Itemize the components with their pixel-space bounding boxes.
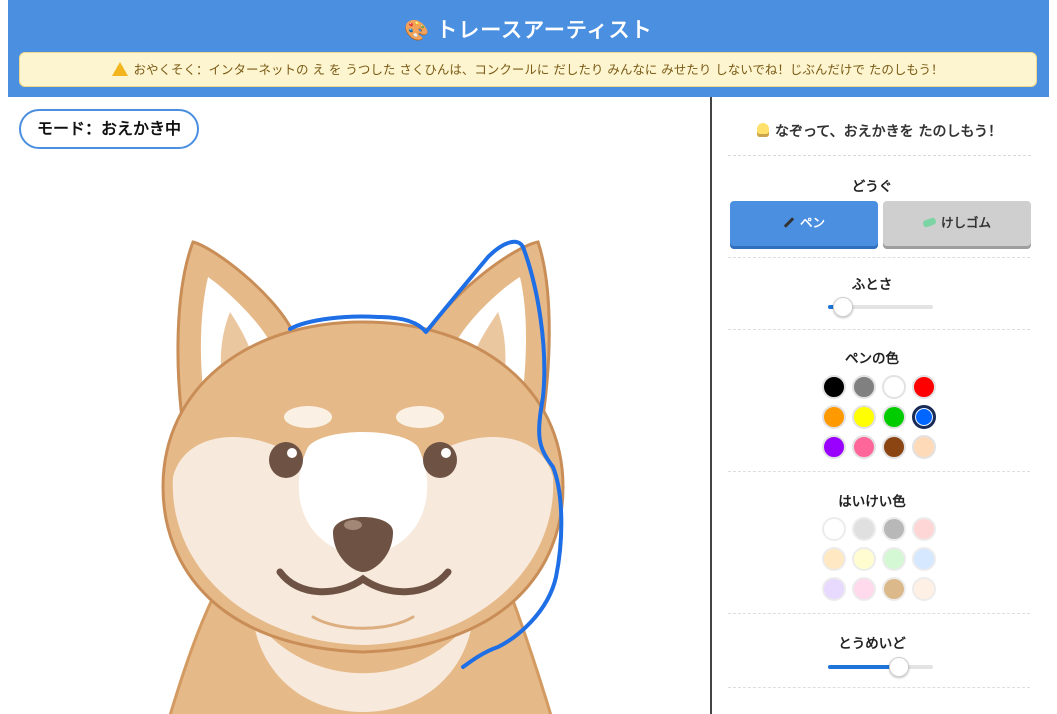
control-panel: なぞって、おえかきを たのしもう！ どうぐ ペン けしゴム ふとさ ペンの色 は…	[712, 97, 1057, 714]
background-color-swatch[interactable]	[852, 547, 876, 571]
background-color-swatch[interactable]	[912, 547, 936, 571]
opacity-label: とうめいど	[838, 636, 906, 652]
pen-color-swatch[interactable]	[822, 435, 846, 459]
pen-color-swatch[interactable]	[822, 375, 846, 399]
pen-color-swatch[interactable]	[882, 375, 906, 399]
separator	[728, 687, 1030, 688]
thickness-slider-thumb[interactable]	[832, 297, 853, 317]
pen-button-label: ペン	[799, 215, 825, 230]
eraser-icon	[922, 216, 937, 229]
pen-icon	[783, 217, 795, 228]
pen-color-swatch[interactable]	[912, 405, 936, 429]
eraser-button[interactable]: けしゴム	[883, 201, 1031, 246]
thickness-label: ふとさ	[851, 277, 893, 293]
background-color-palette	[822, 517, 936, 601]
pen-color-swatch[interactable]	[852, 435, 876, 459]
background-color-swatch[interactable]	[882, 547, 906, 571]
app-title-text: トレースアーティスト	[436, 18, 653, 42]
pen-color-label: ペンの色	[845, 351, 899, 367]
background-color-swatch[interactable]	[852, 517, 876, 541]
background-color-swatch[interactable]	[852, 577, 876, 601]
pen-color-swatch[interactable]	[882, 435, 906, 459]
pen-button[interactable]: ペン	[730, 201, 878, 246]
background-color-swatch[interactable]	[822, 577, 846, 601]
background-color-label: はいけい色	[838, 494, 906, 510]
tip-label: なぞって、おえかきを たのしもう！	[774, 124, 1003, 140]
opacity-slider[interactable]	[828, 657, 933, 677]
notice-banner: おやくそく：インターネットの え を うつした さくひんは、コンクールに だした…	[19, 52, 1037, 87]
opacity-slider-thumb[interactable]	[889, 657, 910, 677]
eraser-button-label: けしゴム	[940, 215, 991, 230]
background-color-swatch[interactable]	[912, 577, 936, 601]
separator	[728, 257, 1030, 258]
background-color-swatch[interactable]	[822, 517, 846, 541]
separator	[728, 329, 1030, 330]
pen-color-swatch[interactable]	[882, 405, 906, 429]
trace-artist-app: 🎨 トレースアーティスト おやくそく：インターネットの え を うつした さくひん…	[0, 0, 1057, 714]
tip-text: なぞって、おえかきを たのしもう！	[728, 121, 1031, 156]
pen-color-swatch[interactable]	[822, 405, 846, 429]
pen-color-swatch[interactable]	[852, 405, 876, 429]
background-color-swatch[interactable]	[882, 577, 906, 601]
header: 🎨 トレースアーティスト おやくそく：インターネットの え を うつした さくひん…	[8, 0, 1049, 97]
lightbulb-icon	[756, 123, 769, 137]
background-color-swatch[interactable]	[882, 517, 906, 541]
drawing-canvas[interactable]	[8, 147, 710, 714]
notice-text: おやくそく：インターネットの え を うつした さくひんは、コンクールに だした…	[133, 62, 944, 77]
palette-icon: 🎨	[404, 18, 431, 42]
separator	[728, 471, 1030, 472]
pen-color-swatch[interactable]	[852, 375, 876, 399]
thickness-slider[interactable]	[828, 297, 933, 317]
pen-color-palette	[822, 375, 936, 459]
warning-icon	[112, 62, 129, 76]
canvas-area[interactable]: モード：おえかき中	[8, 97, 710, 714]
background-color-swatch[interactable]	[912, 517, 936, 541]
pen-color-swatch[interactable]	[912, 375, 936, 399]
mode-indicator: モード：おえかき中	[19, 109, 200, 149]
tools-label: どうぐ	[851, 179, 893, 195]
app-title: 🎨 トレースアーティスト	[8, 14, 1049, 44]
background-color-swatch[interactable]	[822, 547, 846, 571]
pen-color-swatch[interactable]	[912, 435, 936, 459]
separator	[728, 613, 1030, 614]
